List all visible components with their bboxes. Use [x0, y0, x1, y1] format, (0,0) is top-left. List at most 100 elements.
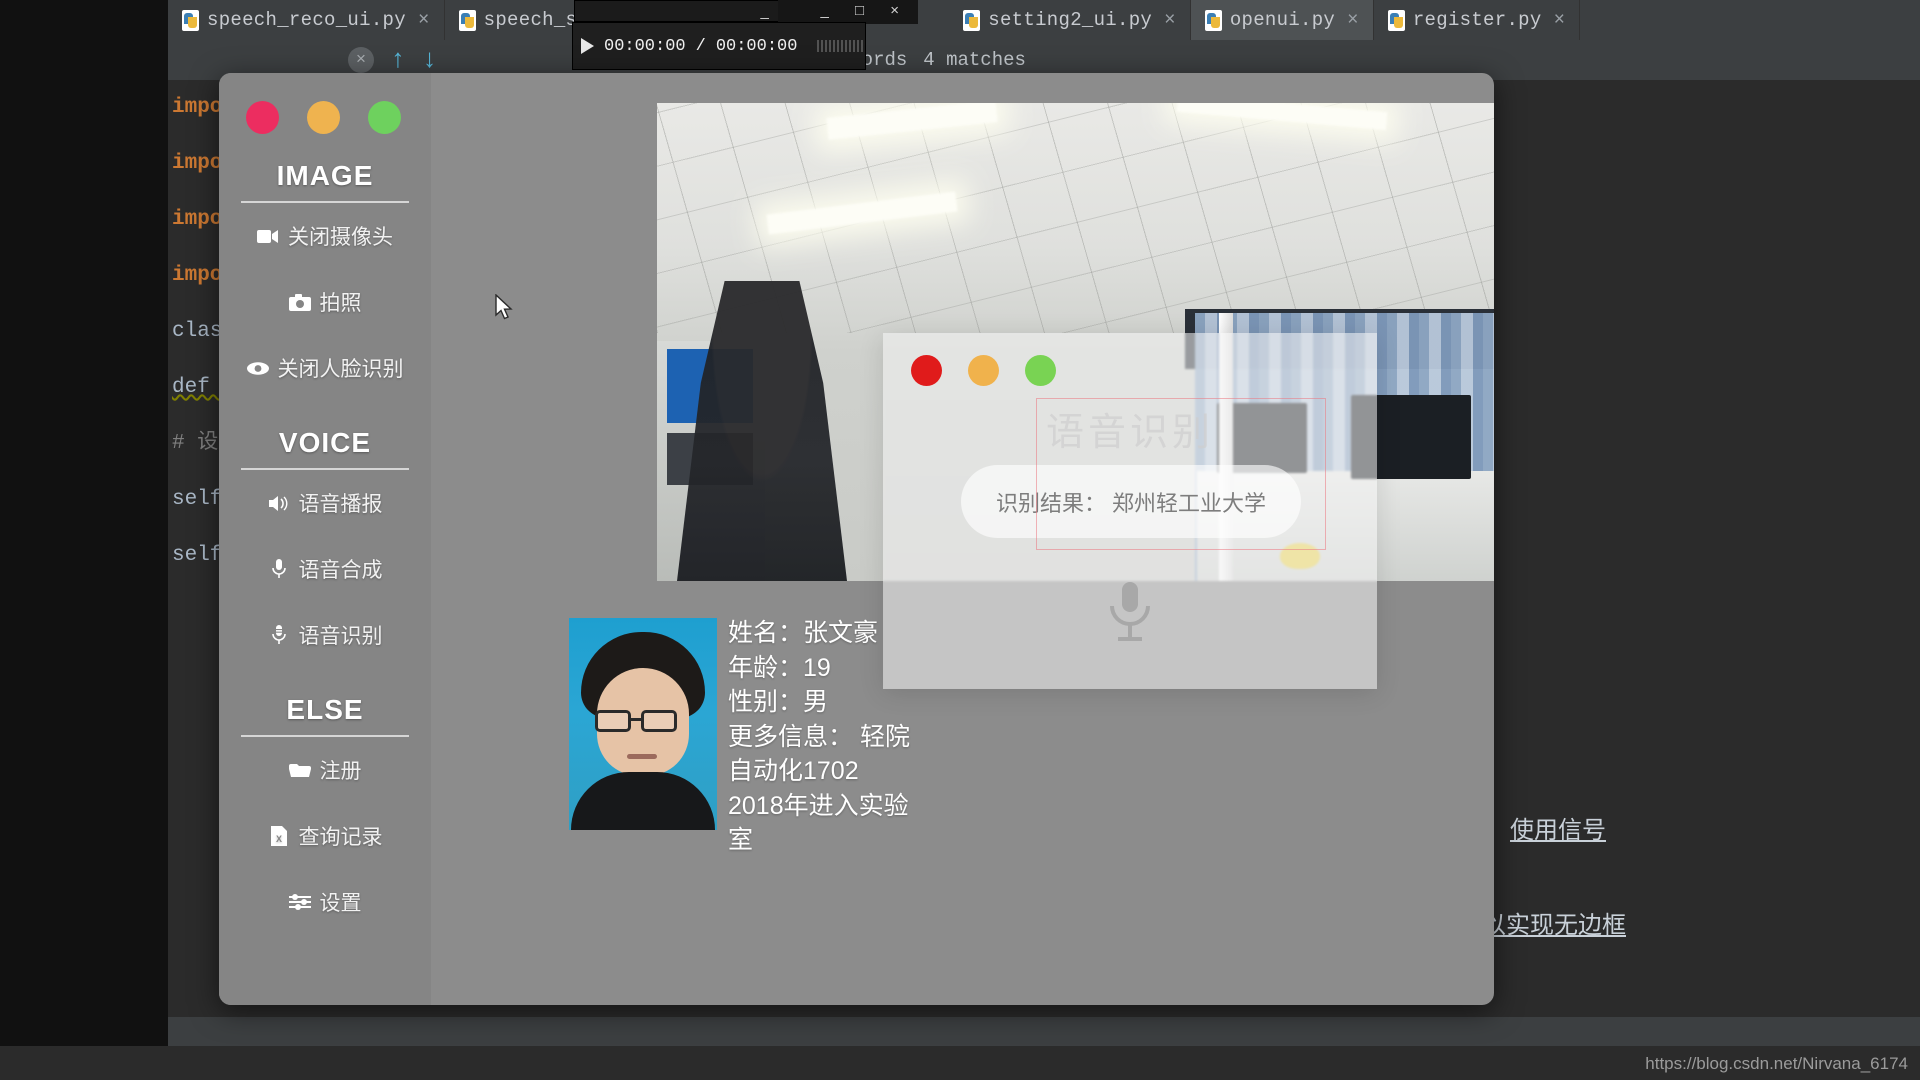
editor-tab-speech-reco-ui[interactable]: speech_reco_ui.py × [168, 0, 445, 40]
close-find-icon[interactable]: × [348, 47, 374, 73]
file-excel-icon: X [268, 825, 290, 847]
screen-root: speech_reco_ui.py × speech_synth_ui.py s… [0, 0, 1920, 1080]
match-count-label: 4 matches [923, 49, 1026, 71]
svg-text:X: X [275, 834, 281, 844]
minimize-dot-button[interactable] [307, 101, 340, 134]
annotation-use-signal: 使用信号 [1510, 810, 1606, 845]
sidebar-item-settings[interactable]: 设置 [219, 869, 431, 935]
watermark-text: https://blog.csdn.net/Nirvana_6174 [1645, 1054, 1908, 1074]
play-icon[interactable] [581, 38, 594, 54]
tab-label: speech_reco_ui.py [207, 9, 406, 31]
section-divider [241, 468, 409, 470]
dialog-maximize-dot-button[interactable] [1025, 355, 1056, 386]
sidebar-item-voice-synthesis[interactable]: 语音合成 [219, 536, 431, 602]
photo-mouth [627, 754, 657, 759]
tab-label: setting2_ui.py [988, 9, 1152, 31]
eye-icon [247, 357, 269, 379]
sidebar-item-label: 设置 [320, 887, 362, 917]
section-title-else: ELSE [219, 694, 431, 726]
sidebar-item-close-face-recognition[interactable]: 关闭人脸识别 [219, 335, 431, 401]
app-main-area: 语音识别 识别结果： 郑州轻工业大学 [431, 73, 1494, 1005]
info-line-joined: 2018年进入实验 [728, 793, 1198, 820]
seek-slider[interactable] [817, 40, 865, 52]
sidebar-item-voice-broadcast[interactable]: 语音播报 [219, 470, 431, 536]
close-icon[interactable]: × [418, 9, 430, 31]
ide-status-bar [168, 1016, 1920, 1046]
close-icon[interactable]: × [1554, 9, 1566, 31]
editor-tab-setting2-ui[interactable]: setting2_ui.py × [949, 0, 1191, 40]
sidebar-item-label: 语音识别 [299, 620, 383, 650]
editor-tab-register[interactable]: register.py × [1374, 0, 1580, 40]
info-line-class: 自动化1702 [728, 758, 1198, 785]
section-title-image: IMAGE [219, 160, 431, 192]
photo-shirt [571, 772, 715, 830]
sidebar-item-label: 关闭摄像头 [288, 221, 393, 251]
sidebar-item-label: 关闭人脸识别 [278, 353, 404, 383]
tab-label: register.py [1413, 9, 1542, 31]
info-line-joined-cont: 室 [728, 827, 1198, 854]
person-info-panel: 姓名：张文豪 年龄：19 性别：男 更多信息： 轻院 自动化1702 2018年… [728, 620, 1198, 862]
sidebar-item-label: 注册 [320, 755, 362, 785]
find-next-icon[interactable]: ↓ [422, 47, 438, 73]
media-player-window[interactable]: 00:00:00 / 00:00:00 [572, 22, 866, 70]
sidebar-item-query-records[interactable]: X 查询记录 [219, 803, 431, 869]
maximize-dot-button[interactable] [368, 101, 401, 134]
dialog-close-dot-button[interactable] [911, 355, 942, 386]
dialog-title: 语音识别 [883, 401, 1377, 456]
recognition-result-text: 识别结果： 郑州轻工业大学 [996, 486, 1266, 518]
photo-glasses-right [641, 710, 677, 732]
main-app-window: IMAGE 关闭摄像头 拍照 关闭人脸识别 VOIC [219, 73, 1494, 1005]
photo-glasses-left [595, 710, 631, 732]
python-file-icon [1388, 10, 1405, 31]
sidebar-item-close-camera[interactable]: 关闭摄像头 [219, 203, 431, 269]
total-time: 00:00:00 [716, 37, 798, 56]
sidebar-item-label: 查询记录 [299, 821, 383, 851]
sidebar-item-take-photo[interactable]: 拍照 [219, 269, 431, 335]
annotation-frameless: 以实现无边框 [1482, 905, 1626, 940]
microphone-icon [268, 558, 290, 580]
close-icon[interactable]: × [1347, 9, 1359, 31]
python-file-icon [963, 10, 980, 31]
window-controls[interactable]: _ □ × [821, 2, 911, 19]
python-file-icon [182, 10, 199, 31]
speaker-icon [268, 492, 290, 514]
section-divider [241, 735, 409, 737]
sidebar-item-register[interactable]: 注册 [219, 737, 431, 803]
python-file-icon [1205, 10, 1222, 31]
mouse-cursor [495, 294, 515, 320]
media-player-titlebar[interactable]: _ □ × [778, 0, 918, 24]
sidebar-item-label: 拍照 [320, 287, 362, 317]
sidebar-item-label: 语音播报 [299, 488, 383, 518]
dialog-traffic-lights [883, 333, 1377, 386]
time-separator: / [696, 37, 706, 56]
registered-user-photo [569, 618, 717, 830]
window-traffic-lights [219, 73, 431, 134]
sidebar-item-label: 语音合成 [299, 554, 383, 584]
info-line-more: 更多信息： 轻院 [728, 724, 1198, 751]
editor-tab-openui[interactable]: openui.py × [1191, 0, 1374, 40]
python-file-icon [459, 10, 476, 31]
player-controls: 00:00:00 / 00:00:00 [573, 23, 865, 69]
video-camera-icon [257, 225, 279, 247]
sidebar-item-voice-recognition[interactable]: 语音识别 [219, 602, 431, 668]
dialog-minimize-dot-button[interactable] [968, 355, 999, 386]
folder-icon [289, 759, 311, 781]
camera-icon [289, 291, 311, 313]
photo-glasses-bridge [631, 718, 641, 721]
ide-left-gutter [0, 0, 168, 1080]
close-icon[interactable]: × [1164, 9, 1176, 31]
microphone-icon [268, 624, 290, 646]
recognition-result-field: 识别结果： 郑州轻工业大学 [961, 465, 1301, 538]
editor-tab-bar: speech_reco_ui.py × speech_synth_ui.py s… [168, 0, 1920, 40]
section-divider [241, 201, 409, 203]
find-prev-icon[interactable]: ↑ [390, 47, 406, 73]
current-time: 00:00:00 [604, 37, 686, 56]
tab-label: openui.py [1230, 9, 1335, 31]
ide-bottom-bar: https://blog.csdn.net/Nirvana_6174 [0, 1046, 1920, 1080]
app-sidebar: IMAGE 关闭摄像头 拍照 关闭人脸识别 VOIC [219, 73, 431, 1005]
info-line-age: 年龄：19 [728, 655, 1198, 682]
section-title-voice: VOICE [219, 427, 431, 459]
info-line-gender: 性别：男 [728, 689, 1198, 716]
info-line-name: 姓名：张文豪 [728, 620, 1198, 647]
close-dot-button[interactable] [246, 101, 279, 134]
